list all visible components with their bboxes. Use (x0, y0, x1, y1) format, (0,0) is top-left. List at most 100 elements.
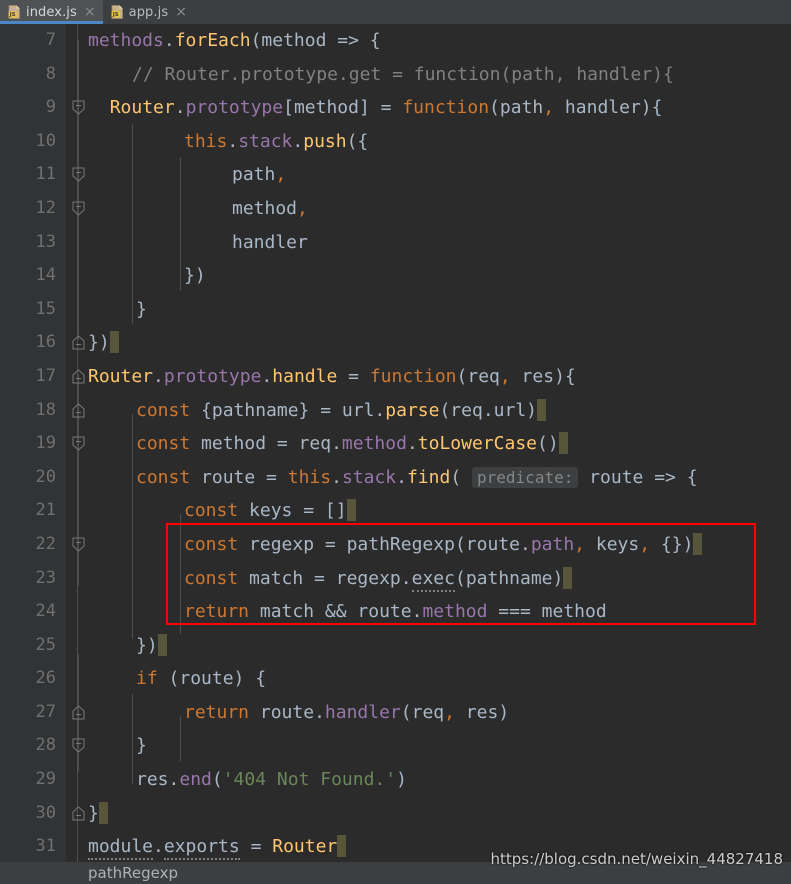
code-line[interactable]: 29 res.end('404 Not Found.') (0, 763, 791, 797)
fold-marker-collapse-icon[interactable] (71, 33, 86, 115)
code-text: const keys = [] (184, 494, 356, 528)
code-text: return match && route.method === method (184, 601, 607, 623)
line-number: 26 (35, 668, 56, 689)
editor-tab-bar: JS index.js × JS app.js × (0, 0, 791, 24)
code-lines: 7 methods.forEach(method => { 8 // Route… (0, 24, 791, 862)
line-number: 27 (35, 701, 56, 722)
code-line[interactable]: 26 if (route) { (0, 662, 791, 754)
fold-marker-end-icon[interactable] (71, 638, 86, 720)
code-line[interactable]: 27 return route.handler(req, res) (0, 696, 791, 730)
code-line[interactable]: 23 const match = regexp.exec(pathname) (0, 562, 791, 596)
eol-highlight-marker (109, 331, 119, 354)
eol-highlight-marker (537, 398, 547, 421)
line-number: 12 (35, 197, 56, 218)
fold-marker-collapse-icon[interactable] (71, 470, 86, 552)
code-text: module.exports = Router (88, 830, 347, 862)
code-text: const {pathname} = url.parse(req.url) (136, 394, 547, 428)
fold-marker-end-icon[interactable] (71, 335, 86, 418)
code-line[interactable]: 13 handler (0, 226, 791, 260)
close-icon[interactable]: × (175, 5, 187, 19)
code-line[interactable]: 10 this.stack.push({ (0, 125, 791, 216)
inlay-hint-predicate: predicate: (472, 466, 579, 488)
line-number: 14 (35, 265, 56, 286)
line-number: 19 (35, 433, 56, 454)
eol-highlight-marker (563, 566, 573, 589)
code-text: const route = this.stack.find( predicate… (136, 466, 698, 488)
svg-text:JS: JS (9, 12, 16, 18)
code-line[interactable]: 22 const regexp = pathRegexp(route.path,… (0, 528, 791, 562)
code-line[interactable]: 21 const keys = [] (0, 494, 791, 528)
close-icon[interactable]: × (84, 5, 96, 19)
code-text: if (route) { (136, 668, 267, 690)
fold-marker-collapse-icon[interactable] (71, 671, 86, 754)
code-text: Router.prototype[method] = function(path… (109, 97, 663, 119)
code-line[interactable]: 28 } (0, 729, 791, 821)
code-text: this.stack.push({ (184, 130, 369, 152)
line-number: 10 (35, 130, 56, 151)
line-number: 31 (35, 836, 56, 857)
fold-marker-end-icon[interactable] (71, 738, 86, 821)
line-number: 28 (35, 735, 56, 756)
code-text: }) (184, 265, 206, 287)
line-number: 11 (35, 164, 56, 185)
code-line[interactable]: 18 const {pathname} = url.parse(req.url) (0, 394, 791, 428)
code-line[interactable]: 9 Router.prototype[method] = function(pa… (0, 91, 791, 183)
js-file-icon: JS (8, 5, 21, 19)
fold-marker-collapse-icon[interactable] (71, 100, 86, 183)
code-text: } (136, 735, 147, 757)
code-line[interactable]: 15 } (0, 293, 791, 384)
code-text: path, (232, 164, 287, 186)
line-number: 16 (35, 332, 56, 353)
code-line[interactable]: 17 Router.prototype.handle = function(re… (0, 360, 791, 451)
fold-marker-end-icon[interactable] (71, 268, 86, 350)
code-text: methods.forEach(method => { (88, 30, 381, 51)
line-number: 30 (35, 802, 56, 823)
code-line[interactable]: 14 }) (0, 259, 791, 350)
line-number: 25 (35, 634, 56, 655)
watermark: https://blog.csdn.net/weixin_44827418 (490, 850, 783, 868)
line-number: 13 (35, 231, 56, 252)
code-line[interactable]: 25 }) (0, 629, 791, 720)
code-line[interactable]: 7 methods.forEach(method => { (0, 24, 791, 115)
tab-label: app.js (128, 4, 169, 20)
code-text: return route.handler(req, res) (184, 701, 510, 723)
tab-label: index.js (26, 4, 77, 20)
code-text: const method = req.method.toLowerCase() (136, 427, 568, 461)
line-number: 8 (45, 63, 56, 84)
status-text: pathRegexp (88, 864, 178, 882)
code-line[interactable]: 19 const method = req.method.toLowerCase… (0, 427, 791, 461)
eol-highlight-marker (346, 499, 356, 522)
eol-highlight-marker (337, 835, 347, 858)
line-number: 24 (35, 601, 56, 622)
code-editor[interactable]: 7 methods.forEach(method => { 8 // Route… (0, 24, 791, 862)
code-text: handler (232, 231, 308, 253)
line-number: 18 (35, 399, 56, 420)
code-text: Router.prototype.handle = function(req, … (88, 365, 576, 387)
code-text: } (136, 298, 147, 320)
code-line[interactable]: 11 path, (0, 158, 791, 192)
code-text: // Router.prototype.get = function(path,… (132, 63, 674, 85)
code-line[interactable]: 8 // Router.prototype.get = function(pat… (0, 58, 791, 92)
code-line[interactable]: 20 const route = this.stack.find( predic… (0, 461, 791, 552)
code-line[interactable]: 24 return match && route.method === meth… (0, 595, 791, 629)
line-number: 21 (35, 500, 56, 521)
ide-window: JS index.js × JS app.js × 7 methods.forE… (0, 0, 791, 884)
tab-app-js[interactable]: JS app.js × (103, 0, 194, 24)
line-number: 22 (35, 533, 56, 554)
line-number: 7 (45, 30, 56, 50)
eol-highlight-marker (157, 633, 167, 656)
fold-marker-collapse-icon[interactable] (71, 369, 86, 451)
code-text: const regexp = pathRegexp(route.path, ke… (184, 528, 703, 562)
tab-index-js[interactable]: JS index.js × (0, 0, 103, 24)
code-line[interactable]: 12 method, (0, 192, 791, 226)
fold-marker-end-icon[interactable] (71, 806, 86, 821)
fold-marker-end-icon[interactable] (71, 302, 86, 384)
code-text: }) (136, 629, 167, 663)
code-line[interactable]: 16 }) (0, 326, 791, 418)
code-text: res.end('404 Not Found.') (136, 769, 407, 791)
eol-highlight-marker (693, 532, 703, 555)
line-number: 20 (35, 466, 56, 487)
js-file-icon: JS (111, 5, 124, 19)
fold-marker-collapse-icon[interactable] (71, 134, 86, 216)
code-line[interactable]: 30 } (0, 797, 791, 831)
